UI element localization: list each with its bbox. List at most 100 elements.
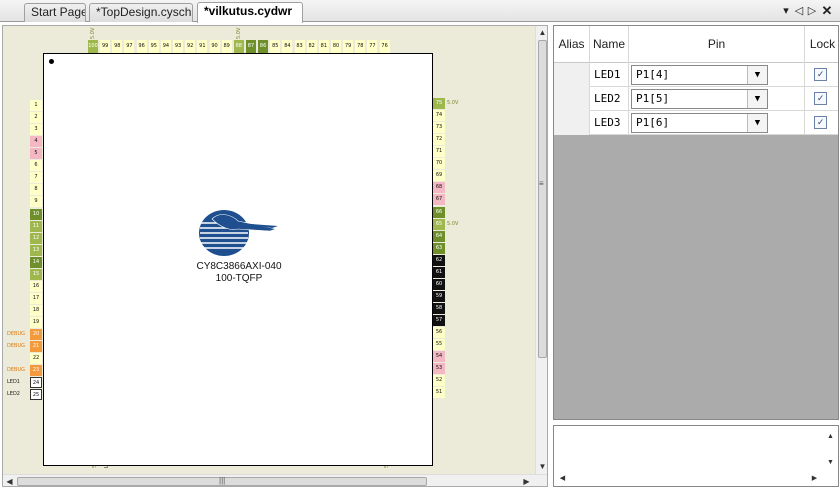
pin-number[interactable]: 86 — [258, 40, 269, 53]
pin-number[interactable]: 18 — [30, 305, 42, 317]
name-cell[interactable]: LED3 — [590, 111, 629, 135]
pin-number[interactable]: 87 — [245, 40, 256, 53]
pin-number[interactable]: 68 — [433, 182, 445, 194]
pin-number[interactable]: 7 — [30, 172, 42, 184]
pin-number[interactable]: 80 — [331, 40, 341, 53]
pin-number[interactable]: 78 — [355, 40, 366, 53]
pin-number[interactable]: 62 — [433, 254, 445, 266]
pin-number[interactable]: 16 — [30, 280, 42, 292]
tab-vilkutus[interactable]: *vilkutus.cydwr — [197, 2, 303, 23]
props-scroll-down-icon[interactable]: ▼ — [824, 456, 837, 469]
pin-number[interactable]: 54 — [433, 351, 445, 363]
scroll-up-icon[interactable]: ▲ — [536, 26, 547, 39]
pin-number[interactable]: 88 — [233, 40, 244, 53]
props-scroll-right-icon[interactable]: ▶ — [808, 472, 821, 485]
pin-number[interactable]: 96 — [136, 40, 147, 53]
pin-number[interactable]: 51 — [433, 387, 445, 399]
alias-cell[interactable] — [554, 63, 590, 87]
pin-number[interactable]: 85 — [270, 40, 281, 53]
pin-number[interactable]: 8 — [30, 184, 42, 196]
pin-number[interactable]: 76 — [379, 40, 390, 53]
column-header-pin[interactable]: Pin — [629, 26, 805, 63]
chevron-down-icon[interactable]: ▼ — [747, 90, 767, 108]
table-row[interactable]: LED3 P1[6] ▼ ✓ — [554, 111, 838, 135]
pin-number[interactable]: 23 — [30, 365, 42, 377]
pin-number[interactable]: 91 — [197, 40, 208, 53]
tab-topdesign[interactable]: *TopDesign.cysch — [89, 3, 193, 22]
pin-number[interactable]: 74 — [433, 110, 445, 122]
pin-select[interactable]: P1[4] ▼ — [631, 65, 768, 85]
pin-number[interactable]: 63 — [433, 242, 445, 254]
pin-select[interactable]: P1[6] ▼ — [631, 113, 768, 133]
alias-cell[interactable] — [554, 111, 590, 135]
pin-number[interactable]: 77 — [367, 40, 378, 53]
tab-list-dropdown-icon[interactable]: ▾ — [780, 4, 792, 18]
scroll-right-icon[interactable]: ▶ — [520, 475, 533, 486]
pin-number[interactable]: 70 — [433, 158, 445, 170]
pin-number[interactable]: 57 — [433, 315, 445, 327]
pin-number[interactable]: 95 — [148, 40, 159, 53]
pin-number[interactable]: 55 — [433, 339, 445, 351]
scroll-down-icon[interactable]: ▼ — [536, 460, 547, 473]
pin-number[interactable]: 1 — [30, 100, 42, 111]
pin-number[interactable]: 84 — [282, 40, 293, 53]
pin-number[interactable]: 67 — [433, 194, 445, 206]
pin-number[interactable]: 66 — [433, 206, 445, 218]
pin-number[interactable]: 56 — [433, 327, 445, 339]
pin-number[interactable]: 97 — [124, 40, 135, 53]
pin-number[interactable]: 79 — [343, 40, 354, 53]
chevron-down-icon[interactable]: ▼ — [747, 66, 767, 84]
pin-number[interactable]: 94 — [160, 40, 171, 53]
pin-number[interactable]: 53 — [433, 363, 445, 375]
pin-number[interactable]: 65 — [433, 218, 445, 230]
name-cell[interactable]: LED1 — [590, 63, 629, 87]
pin-number[interactable]: 81 — [318, 40, 329, 53]
pin-number[interactable]: 59 — [433, 290, 445, 302]
pin-number[interactable]: 20 — [30, 329, 42, 341]
lock-checkbox[interactable]: ✓ — [814, 92, 827, 105]
pin-designer-canvas[interactable]: 1P2[5]2P2[6]3P2[7]4P12[4]I2C0:SCL5P12[5]… — [2, 25, 548, 487]
designer-vertical-scrollbar[interactable]: ▲ ≡ ▼ — [535, 26, 547, 474]
pin-number[interactable]: 58 — [433, 303, 445, 315]
pin-number[interactable]: 75 — [433, 98, 445, 109]
pin-number[interactable]: 52 — [433, 375, 445, 387]
designer-horizontal-scrollbar[interactable]: ◀ ||| ▶ — [3, 474, 547, 486]
pin-number[interactable]: 69 — [433, 170, 445, 182]
vertical-scroll-thumb[interactable] — [538, 40, 547, 358]
alias-cell[interactable] — [554, 87, 590, 111]
pin-number[interactable]: 10 — [30, 208, 42, 220]
tab-scroll-right-icon[interactable]: ▷ — [806, 4, 818, 18]
pin-number[interactable]: 6 — [30, 160, 42, 172]
pin-number[interactable]: 3 — [30, 124, 42, 136]
lock-checkbox[interactable]: ✓ — [814, 116, 827, 129]
pin-number[interactable]: 4 — [30, 136, 42, 148]
pin-number[interactable]: 13 — [30, 244, 42, 256]
pin-number[interactable]: 19 — [30, 317, 42, 329]
pin-number[interactable]: 9 — [30, 196, 42, 208]
props-scroll-left-icon[interactable]: ◀ — [556, 472, 569, 485]
pin-number[interactable]: 71 — [433, 146, 445, 158]
pin-select[interactable]: P1[5] ▼ — [631, 89, 768, 109]
pin-number[interactable]: 60 — [433, 278, 445, 290]
pin-number[interactable]: 72 — [433, 134, 445, 146]
pin-number[interactable]: 61 — [433, 266, 445, 278]
table-row[interactable]: LED2 P1[5] ▼ ✓ — [554, 87, 838, 111]
pin-number[interactable]: 64 — [433, 230, 445, 242]
scroll-left-icon[interactable]: ◀ — [3, 475, 16, 486]
props-scroll-up-icon[interactable]: ▲ — [824, 430, 837, 443]
column-header-alias[interactable]: Alias — [554, 26, 590, 63]
tab-start-page[interactable]: Start Page — [24, 3, 86, 22]
pin-number[interactable]: 25 — [30, 389, 42, 401]
table-row[interactable]: LED1 P1[4] ▼ ✓ — [554, 63, 838, 87]
pin-number[interactable]: 90 — [209, 40, 220, 53]
pin-number[interactable]: 14 — [30, 256, 42, 268]
pin-number[interactable]: 98 — [112, 40, 123, 53]
pin-number[interactable]: 22 — [30, 353, 42, 365]
pin-number[interactable]: 24 — [30, 377, 42, 389]
pin-number[interactable]: 2 — [30, 112, 42, 124]
pin-number[interactable]: 21 — [30, 341, 42, 353]
pin-number[interactable]: 82 — [306, 40, 317, 53]
chevron-down-icon[interactable]: ▼ — [747, 114, 767, 132]
pin-number[interactable]: 93 — [173, 40, 184, 53]
pin-number[interactable]: 92 — [185, 40, 196, 53]
